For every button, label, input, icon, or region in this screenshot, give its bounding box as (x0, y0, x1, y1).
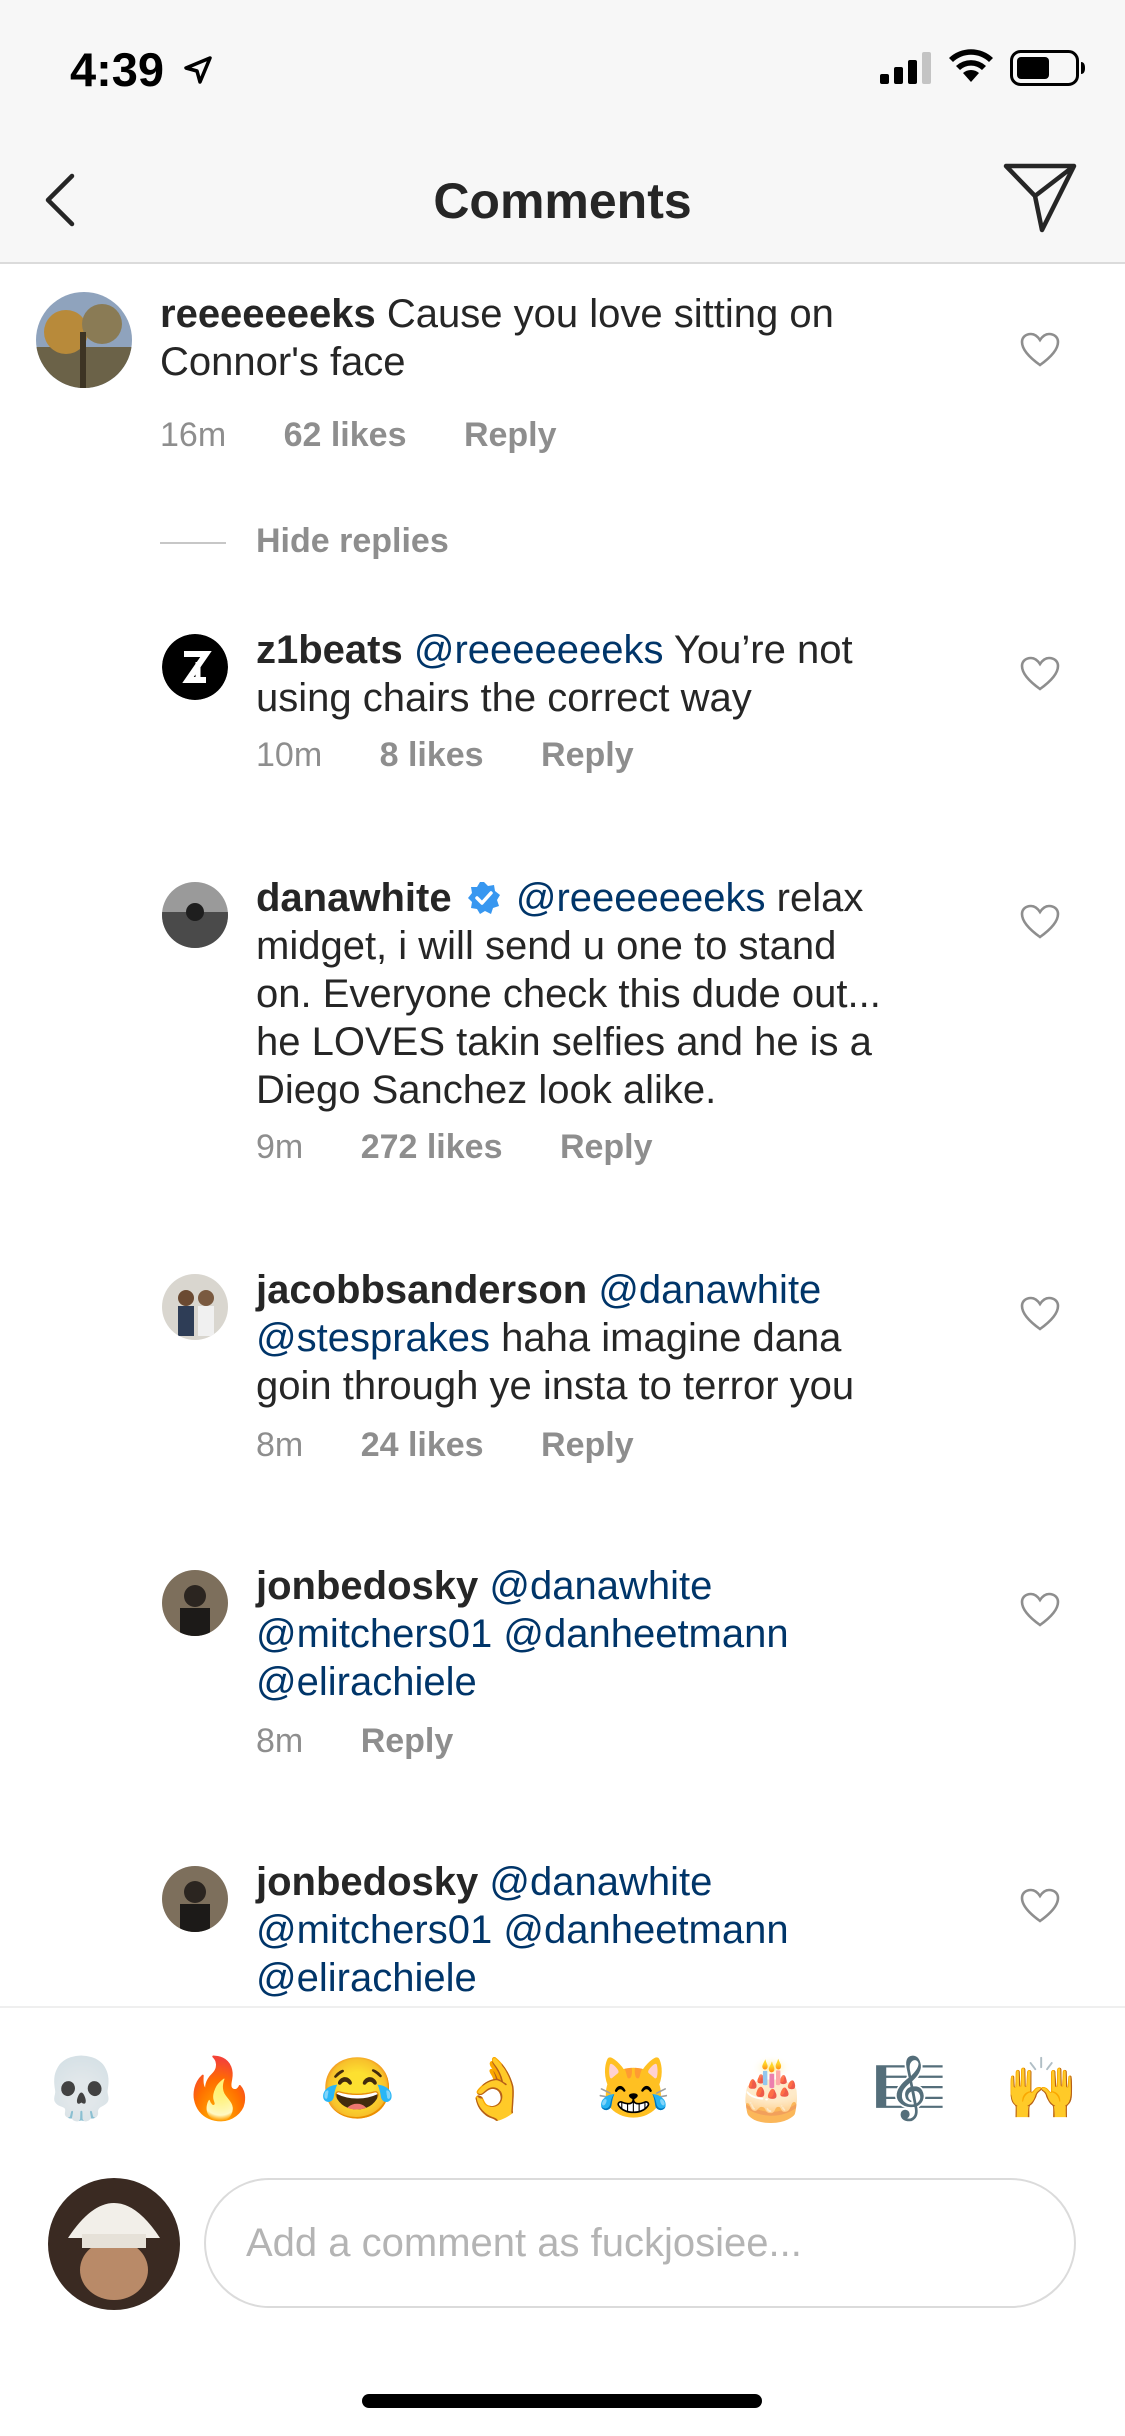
comment-body: he LOVES takin selfies and he is a (256, 1020, 872, 1064)
reply-button[interactable]: Reply (560, 1128, 653, 1166)
battery-icon (1010, 50, 1085, 86)
comment-text: jonbedosky @danawhite @mitchers01 @danhe… (256, 1562, 1016, 1706)
avatar[interactable] (162, 882, 228, 948)
mention-link[interactable]: @elirachiele (256, 1956, 477, 2000)
comment-body: Connor's face (160, 340, 406, 384)
comment-text: jonbedosky @danawhite @mitchers01 @danhe… (256, 1858, 1016, 2002)
comment-username[interactable]: danawhite (256, 876, 452, 920)
like-heart-icon[interactable] (1020, 1592, 1060, 1628)
comment-body: Cause you love sitting on (386, 292, 834, 336)
comment-username[interactable]: jonbedosky (256, 1564, 478, 1608)
current-user-avatar (48, 2178, 180, 2310)
raised-hands-emoji-button[interactable]: 🙌 (1004, 2053, 1079, 2125)
reply-button[interactable]: Reply (464, 416, 557, 454)
comment-input[interactable] (204, 2178, 1076, 2308)
comment-body: on. Everyone check this dude out... (256, 972, 881, 1016)
comment-body: haha imagine dana (501, 1316, 842, 1360)
comment-meta: 10m 8 likes Reply (256, 736, 682, 775)
mention-link[interactable]: @stesprakes (256, 1316, 490, 1360)
location-arrow-icon (184, 56, 212, 84)
mention-link[interactable]: @danheetmann (503, 1612, 788, 1656)
status-time: 4:39 (70, 43, 165, 96)
mention-link[interactable]: @danawhite (489, 1564, 712, 1608)
comment-time: 8m (256, 1426, 304, 1464)
mention-link[interactable]: @danawhite (598, 1268, 821, 1312)
comment-meta: 8m 24 likes Reply (256, 1426, 682, 1465)
comment-likes[interactable]: 272 likes (361, 1128, 503, 1166)
fire-emoji-button[interactable]: 🔥 (182, 2053, 257, 2125)
comment-time: 16m (160, 416, 227, 454)
emoji-quick-bar: 💀 🔥 😂 👌 😹 🎂 🎼 🙌 (0, 2006, 1125, 2166)
comment-time: 8m (256, 1722, 304, 1760)
musical-score-emoji-button[interactable]: 🎼 (872, 2053, 947, 2125)
ok-hand-emoji-button[interactable]: 👌 (458, 2053, 533, 2125)
skull-emoji-button[interactable]: 💀 (44, 2053, 119, 2125)
cellular-signal-icon (880, 52, 931, 84)
comment-username[interactable]: jonbedosky (256, 1860, 478, 1904)
page-title: Comments (433, 173, 692, 229)
comment-likes[interactable]: 24 likes (361, 1426, 484, 1464)
status-bar: 4:39 (0, 0, 1125, 134)
avatar[interactable] (162, 1274, 228, 1340)
mention-link[interactable]: @mitchers01 (256, 1908, 492, 1952)
like-heart-icon[interactable] (1020, 656, 1060, 692)
mention-link[interactable]: @danheetmann (503, 1908, 788, 1952)
like-heart-icon[interactable] (1020, 1296, 1060, 1332)
divider (160, 542, 226, 544)
comment-likes[interactable]: 8 likes (380, 736, 484, 774)
mention-link[interactable]: @reeeeeeeks (516, 876, 766, 920)
reply-button[interactable]: Reply (361, 1722, 454, 1760)
comment-body: midget, i will send u one to stand (256, 924, 837, 968)
comment-likes[interactable]: 62 likes (284, 416, 407, 454)
birthday-cake-emoji-button[interactable]: 🎂 (734, 2053, 809, 2125)
comment-body: relax (776, 876, 864, 920)
comment-time: 9m (256, 1128, 304, 1166)
like-heart-icon[interactable] (1020, 904, 1060, 940)
mention-link[interactable]: @danawhite (489, 1860, 712, 1904)
joy-emoji-button[interactable]: 😂 (320, 2053, 395, 2125)
comment-body: using chairs the correct way (256, 676, 752, 720)
avatar[interactable] (162, 1866, 228, 1932)
hide-replies-button[interactable]: Hide replies (256, 522, 449, 561)
mention-link[interactable]: @elirachiele (256, 1660, 477, 1704)
comment-meta: 8m Reply (256, 1722, 501, 1761)
comment-meta: 16m 62 likes Reply (160, 416, 605, 455)
reply-button[interactable]: Reply (541, 736, 634, 774)
comment-composer (0, 2166, 1125, 2316)
comment-text: z1beats @reeeeeeeks You’re not using cha… (256, 626, 1016, 722)
mention-link[interactable]: @reeeeeeeks (414, 628, 664, 672)
comment-body: Diego Sanchez look alike. (256, 1068, 717, 1112)
comments-list[interactable]: reeeeeeeks Cause you love sitting on Con… (0, 266, 1125, 2006)
like-heart-icon[interactable] (1020, 332, 1060, 368)
comment-username[interactable]: z1beats (256, 628, 403, 672)
comment-body: goin through ye insta to terror you (256, 1364, 855, 1408)
home-indicator[interactable] (362, 2394, 762, 2408)
cat-joy-emoji-button[interactable]: 😹 (596, 2053, 671, 2125)
direct-send-icon[interactable] (1002, 160, 1078, 234)
comment-time: 10m (256, 736, 323, 774)
like-heart-icon[interactable] (1020, 1888, 1060, 1924)
reply-button[interactable]: Reply (541, 1426, 634, 1464)
avatar[interactable] (162, 1570, 228, 1636)
comment-text: danawhite @reeeeeeeks relax midget, i wi… (256, 874, 1016, 1114)
wifi-icon (949, 49, 993, 82)
mention-link[interactable]: @mitchers01 (256, 1612, 492, 1656)
verified-badge-icon (467, 882, 500, 914)
comment-text: jacobbsanderson @danawhite @stesprakes h… (256, 1266, 1016, 1410)
comment-body: You’re not (673, 628, 853, 672)
comment-text: reeeeeeeks Cause you love sitting on Con… (160, 290, 980, 386)
avatar[interactable] (162, 634, 228, 700)
comment-meta: 9m 272 likes Reply (256, 1128, 701, 1167)
avatar[interactable] (36, 292, 132, 388)
nav-bar: Comments (0, 134, 1125, 264)
comment-username[interactable]: reeeeeeeks (160, 292, 376, 336)
comment-username[interactable]: jacobbsanderson (256, 1268, 587, 1312)
